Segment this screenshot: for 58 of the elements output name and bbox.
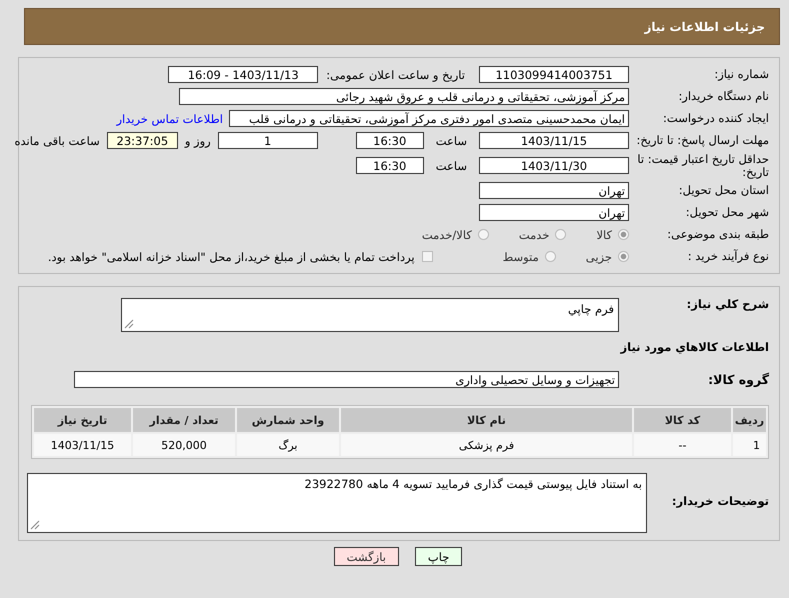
field-label: توضیحات خریدار:	[670, 495, 770, 508]
description-textarea[interactable]: فرم چاپي	[121, 298, 619, 332]
announce-date-field[interactable]: 1403/11/13 - 16:09	[168, 66, 318, 83]
field-label: مهلت ارسال پاسخ: تا تاریخ:	[635, 134, 770, 147]
category-radio[interactable]: خدمت	[518, 228, 566, 242]
column-header: تاریخ نیاز	[34, 408, 131, 432]
remaining-label: ساعت باقی مانده	[14, 134, 100, 148]
section-heading: اطلاعات كالاهاي مورد نياز	[619, 340, 770, 354]
field-label: حداقل تاریخ اعتبار قیمت: تا تاریخ:	[636, 153, 770, 178]
treasury-checkbox[interactable]	[422, 251, 433, 262]
buyer-notes-textarea[interactable]: به استناد فایل پیوستی قیمت گذاری فرمایید تسویه 4 ماهه 23922780	[27, 473, 647, 534]
buyer-contact-link[interactable]: اطلاعات تماس خریدار	[116, 112, 223, 126]
goods-group-field[interactable]: تجهیزات و وسایل تحصیلی واداری	[74, 371, 619, 388]
table-cell: برگ	[237, 434, 339, 456]
table-cell: 520,000	[133, 434, 235, 456]
action-button[interactable]: چاپ	[414, 547, 462, 566]
field-label: گروه کالا:	[707, 372, 770, 387]
process-radio[interactable]: جزیی	[586, 250, 629, 264]
days-label: روز و	[184, 134, 211, 148]
need-number-field[interactable]: 1103099414003751	[479, 66, 629, 83]
field-label: استان محل تحویل:	[678, 184, 770, 198]
deadline-date-field[interactable]: 1403/11/15	[479, 132, 629, 149]
table-cell: 1403/11/15	[34, 434, 131, 456]
column-header: تعداد / مقدار	[133, 408, 235, 432]
field-label: نوع فرآیند خرید :	[686, 250, 770, 264]
field-label: شماره نیاز:	[713, 68, 770, 81]
remaining-time-field[interactable]: 23:37:05	[106, 132, 178, 149]
page-title: جزئیات اطلاعات نیاز	[644, 20, 765, 34]
column-header: کد کالا	[634, 408, 731, 432]
category-radio[interactable]: کالا	[596, 228, 629, 242]
column-header: نام کالا	[341, 408, 632, 432]
city-field[interactable]: تهران	[479, 204, 629, 222]
resize-grip-icon	[124, 319, 134, 330]
field-label: طبقه بندی موضوعی:	[666, 228, 770, 242]
days-field[interactable]: 1	[218, 132, 318, 149]
buyer-field[interactable]: مرکز آموزشی، تحقیقاتی و درمانی قلب و عروق شهید رجائی	[179, 88, 629, 105]
time-label: ساعت	[436, 134, 467, 148]
validity-time-field[interactable]: 16:30	[356, 157, 424, 174]
field-label: شرح کلي نياز:	[686, 298, 770, 311]
validity-date-field[interactable]: 1403/11/30	[479, 157, 629, 174]
time-label: ساعت	[436, 158, 467, 173]
table-cell: فرم پزشکی	[341, 434, 632, 456]
field-label: ایجاد کننده درخواست:	[662, 112, 770, 125]
column-header: ردیف	[733, 408, 766, 432]
table-cell: --	[634, 434, 731, 456]
deadline-time-field[interactable]: 16:30	[356, 132, 424, 149]
field-label: شهر محل تحویل:	[684, 206, 770, 220]
table-cell: 1	[733, 434, 766, 456]
category-radio[interactable]: کالا/خدمت	[422, 228, 489, 242]
column-header: واحد شمارش	[237, 408, 339, 432]
field-label: نام دستگاه خریدار:	[677, 90, 770, 103]
resize-grip-icon	[30, 520, 40, 530]
creator-field[interactable]: ایمان محمدحسینی متصدی امور دفتری مرکز آموزشی، تحقیقاتی و درمانی قلب	[229, 110, 629, 127]
treasury-text: پرداخت تمام یا بخشی از مبلغ خرید،از محل "اسناد خزانه اسلامی" خواهد بود.	[48, 250, 415, 264]
action-button[interactable]: بازگشت	[334, 547, 399, 566]
province-field[interactable]: تهران	[479, 182, 629, 200]
process-radio[interactable]: متوسط	[502, 250, 556, 264]
field-label: تاریخ و ساعت اعلان عمومی:	[326, 68, 465, 82]
